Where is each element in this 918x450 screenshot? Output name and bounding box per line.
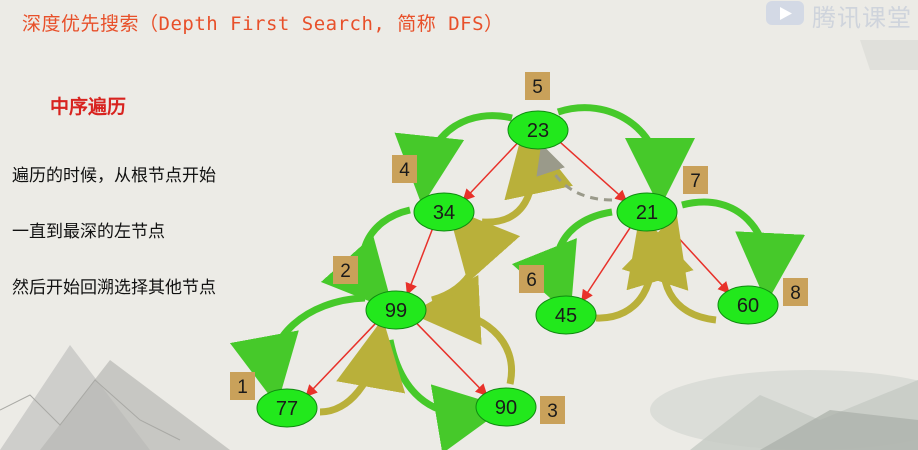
order-badge-6: 6 — [519, 265, 544, 293]
order-badge-label: 2 — [340, 261, 351, 282]
slide: 腾讯课堂 深度优先搜索（Depth First Search, 简称 DFS） … — [0, 0, 918, 450]
traverse-arrow-23-to-34 — [394, 112, 513, 206]
order-badge-2: 2 — [333, 256, 358, 284]
traverse-arrow-21-to-45 — [511, 208, 613, 317]
tree-node-21: 21 — [616, 192, 678, 232]
node-value: 45 — [555, 305, 577, 327]
tree-edge-23-21 — [556, 139, 628, 203]
tree-edge-34-99 — [405, 226, 435, 296]
return-arrow-77-to-99 — [319, 318, 406, 416]
return-arrow-45-to-21 — [595, 213, 694, 322]
binary-tree-diagram: 23 34 21 99 45 60 77 90 5 4 7 2 6 8 1 3 — [230, 72, 808, 450]
tree-node-60: 60 — [717, 285, 779, 325]
node-value: 34 — [433, 202, 455, 224]
tree-node-34: 34 — [413, 192, 475, 232]
return-arrow-99-to-34 — [430, 207, 521, 304]
node-value: 23 — [527, 120, 549, 142]
tree-node-45: 45 — [535, 295, 597, 335]
order-badge-8: 8 — [783, 278, 808, 306]
traverse-arrow-99-to-90 — [386, 339, 506, 450]
tree-node-23: 23 — [507, 110, 569, 150]
tree-node-99: 99 — [365, 290, 427, 330]
order-badge-label: 4 — [399, 160, 410, 181]
return-arrow-34-to-23 — [481, 124, 573, 226]
order-badge-label: 8 — [790, 283, 801, 304]
node-value: 77 — [276, 398, 298, 420]
traverse-arrow-34-to-99 — [320, 206, 411, 311]
order-badge-3: 3 — [540, 396, 565, 424]
node-value: 90 — [495, 397, 517, 419]
node-value: 99 — [385, 300, 407, 322]
traverse-arrow-99-to-77 — [230, 294, 366, 406]
tree-edge-21-45 — [581, 224, 633, 303]
tree-edge-21-60 — [664, 222, 730, 294]
order-badge-label: 3 — [547, 401, 558, 422]
node-value: 21 — [636, 202, 658, 224]
traverse-arrow-23-to-21 — [556, 104, 695, 208]
backtrack-arrow-21-to-23 — [536, 143, 613, 202]
order-badge-4: 4 — [392, 155, 417, 183]
order-badge-label: 7 — [690, 171, 701, 192]
tree-node-90: 90 — [475, 387, 537, 427]
order-badge-label: 1 — [237, 377, 248, 398]
order-badge-label: 5 — [532, 77, 543, 98]
order-badge-7: 7 — [683, 166, 708, 194]
tree-edge-99-90 — [413, 320, 488, 397]
order-badge-1: 1 — [230, 372, 255, 400]
return-arrow-90-to-99 — [410, 275, 515, 385]
order-badge-5: 5 — [525, 72, 550, 100]
order-badge-label: 6 — [526, 270, 537, 291]
tree-node-77: 77 — [256, 388, 318, 428]
tree-edge-99-77 — [305, 320, 379, 398]
return-arrow-60-to-21 — [621, 213, 717, 324]
node-value: 60 — [737, 295, 759, 317]
tree-edge-23-34 — [462, 140, 521, 202]
traverse-arrow-21-to-60 — [681, 198, 806, 303]
